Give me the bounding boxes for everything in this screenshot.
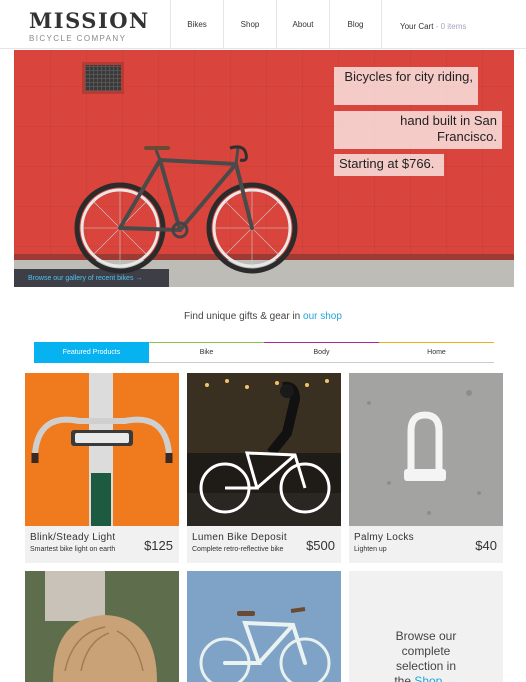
browse-line-2: complete — [401, 644, 451, 658]
cart-separator: - — [433, 22, 441, 31]
product-image-bike[interactable] — [187, 571, 341, 682]
hero-window-image — [82, 62, 124, 94]
browse-shop-text: Browse our complete selection in the Sho… — [349, 629, 503, 682]
tab-home[interactable]: Home — [379, 342, 494, 363]
shop-promo-text: Find unique gifts & gear in — [184, 311, 304, 322]
cart-count: 0 items — [440, 22, 467, 31]
helmet-image — [25, 571, 179, 682]
tab-bike[interactable]: Bike — [149, 342, 264, 363]
logo[interactable]: MISSION BICYCLE COMPANY — [29, 8, 150, 44]
product-price: $500 — [306, 538, 335, 553]
cart-label: Your Cart — [400, 22, 434, 31]
product-image-light[interactable] — [25, 373, 179, 526]
product-card[interactable]: Blink/Steady Light Smartest bike light o… — [25, 373, 179, 563]
browse-line-4: the — [394, 674, 415, 682]
nav-blog[interactable]: Blog — [329, 0, 382, 49]
product-card[interactable]: Lumen Bike Deposit Complete retro-reflec… — [187, 373, 341, 563]
lumen-bike-image — [187, 373, 341, 526]
product-tabs: Featured Products Bike Body Home — [34, 342, 494, 363]
lock-image — [349, 373, 503, 526]
product-price: $40 — [475, 538, 497, 553]
site-header: MISSION BICYCLE COMPANY Bikes Shop About… — [0, 0, 526, 49]
logo-title: MISSION — [29, 8, 150, 33]
product-name[interactable]: Lumen Bike Deposit — [192, 532, 287, 543]
bike-light-image — [31, 373, 173, 526]
product-name[interactable]: Palmy Locks — [354, 532, 414, 543]
browse-line-3: selection in — [395, 659, 457, 673]
product-image-lock[interactable] — [349, 373, 503, 526]
hero-tagline-1: Bicycles for city riding, — [334, 67, 478, 105]
product-desc: Lighten up — [354, 546, 387, 553]
nav-shop[interactable]: Shop — [223, 0, 276, 49]
product-desc: Smartest bike light on earth — [30, 546, 116, 553]
tab-body[interactable]: Body — [264, 342, 379, 363]
browse-shop-link[interactable]: Shop → — [414, 674, 457, 682]
logo-subtitle: BICYCLE COMPANY — [29, 34, 127, 43]
product-card[interactable]: Palmy Locks Lighten up $40 — [349, 373, 503, 563]
cart-link[interactable]: Your Cart - 0 items — [400, 22, 466, 31]
shop-link[interactable]: our shop — [303, 311, 342, 322]
bicycle-image — [74, 145, 298, 274]
product-image-helmet[interactable] — [25, 571, 179, 682]
product-image-lumen[interactable] — [187, 373, 341, 526]
hero-banner: Bicycles for city riding, hand built in … — [14, 50, 514, 287]
product-price: $125 — [144, 538, 173, 553]
main-nav: Bikes Shop About Blog — [170, 0, 382, 49]
product-card[interactable] — [25, 571, 179, 682]
browse-line-1: Browse our — [395, 629, 457, 643]
gallery-link[interactable]: Browse our gallery of recent bikes → — [14, 269, 169, 287]
blue-bike-image — [187, 571, 341, 682]
tab-featured-products[interactable]: Featured Products — [34, 342, 149, 363]
hero-tagline-2: hand built in San Francisco. — [334, 111, 502, 149]
product-desc: Complete retro-reflective bike — [192, 546, 284, 553]
nav-bikes[interactable]: Bikes — [170, 0, 223, 49]
browse-shop-card[interactable]: Browse our complete selection in the Sho… — [349, 571, 503, 682]
product-card[interactable] — [187, 571, 341, 682]
product-name[interactable]: Blink/Steady Light — [30, 532, 115, 543]
nav-about[interactable]: About — [276, 0, 329, 49]
hero-tagline-3: Starting at $766. — [334, 154, 444, 176]
shop-promo: Find unique gifts & gear in our shop — [0, 311, 526, 322]
